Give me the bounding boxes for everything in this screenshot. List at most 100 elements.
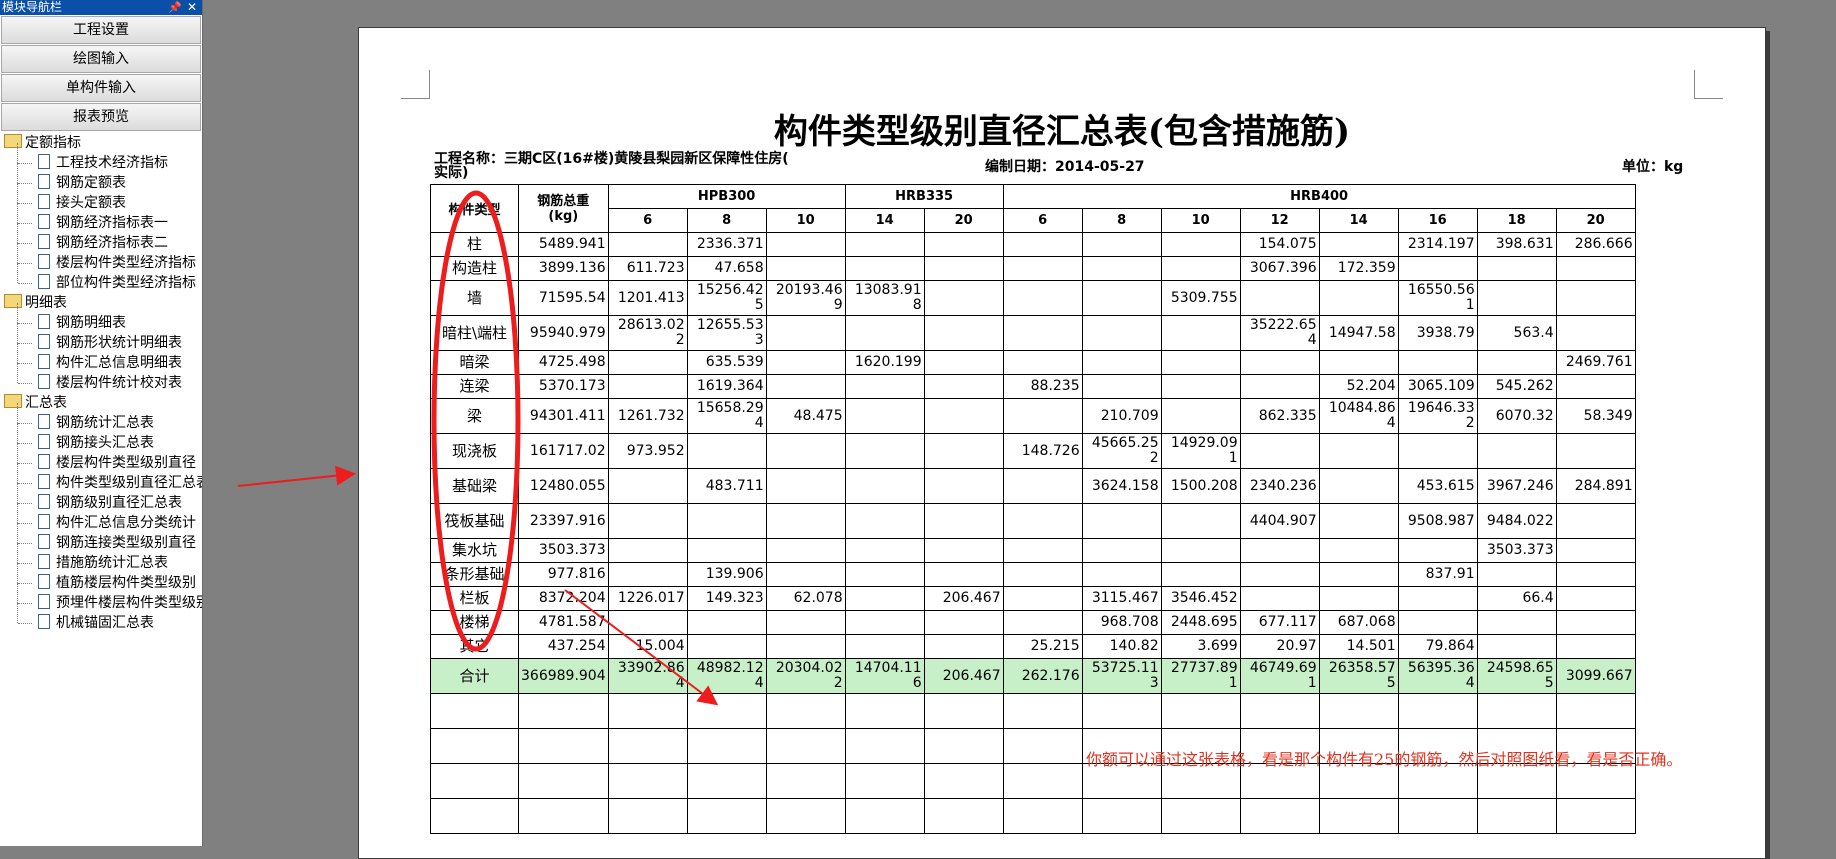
row-cell xyxy=(844,433,925,469)
tree-item-label: 汇总表 xyxy=(25,395,67,411)
row-cell xyxy=(1555,538,1636,563)
header-diameter: 8 xyxy=(686,208,767,233)
tree-connector xyxy=(17,563,18,583)
tree-item[interactable]: 构件类型级别直径汇总表 xyxy=(38,473,202,493)
blank-cell xyxy=(607,693,688,729)
row-cell xyxy=(1160,256,1241,281)
tree-item[interactable]: 钢筋经济指标表一 xyxy=(38,213,168,233)
tree-item[interactable]: 楼层构件类型经济指标 xyxy=(38,253,196,273)
tree-connector xyxy=(17,443,18,463)
blank-cell xyxy=(1397,798,1478,834)
tree-item[interactable]: 楼层构件类型级别直径 xyxy=(38,453,196,473)
pin-icon[interactable]: 📌 xyxy=(168,0,182,15)
row-cell xyxy=(1239,562,1320,587)
tree-folder[interactable]: 明细表 xyxy=(4,293,67,313)
row-cell xyxy=(1476,256,1557,281)
row-cell: 635.539 xyxy=(686,350,767,375)
row-cell: 12655.53 3 xyxy=(686,315,767,351)
tree-item[interactable]: 楼层构件统计校对表 xyxy=(38,373,182,393)
tree-connector xyxy=(17,583,18,603)
row-cell xyxy=(923,350,1004,375)
row-cell: 48982.12 4 xyxy=(686,658,767,694)
row-cell: 563.4 xyxy=(1476,315,1557,351)
row-total-weight: 71595.54 xyxy=(518,280,609,316)
tree-item[interactable]: 钢筋连接类型级别直径 xyxy=(38,533,196,553)
tree-item[interactable]: 植筋楼层构件类型级别 xyxy=(38,573,196,593)
tree-item-label: 钢筋级别直径汇总表 xyxy=(56,495,182,511)
blank-cell xyxy=(765,763,846,799)
close-icon[interactable]: ✕ xyxy=(187,0,197,15)
report-tree: 定额指标 工程技术经济指标 钢筋定额表 接头定额表 钢筋经济指标表一 钢筋经济指标表二 楼层… xyxy=(0,133,202,846)
nav-button-report-preview[interactable]: 报表预览 xyxy=(1,103,201,131)
row-cell xyxy=(1397,610,1478,635)
row-cell: 14704.11 6 xyxy=(844,658,925,694)
tree-connector xyxy=(18,423,32,424)
tree-item-label: 构件汇总信息分类统计 xyxy=(56,515,196,531)
tree-item[interactable]: 构件汇总信息明细表 xyxy=(38,353,182,373)
nav-button-single-component-input[interactable]: 单构件输入 xyxy=(1,74,201,102)
blank-cell xyxy=(1476,693,1557,729)
row-component-name: 合计 xyxy=(430,658,519,694)
row-component-name: 柱 xyxy=(430,232,519,257)
tree-folder[interactable]: 汇总表 xyxy=(4,393,67,413)
crop-mark-icon xyxy=(1694,70,1723,99)
row-cell: 206.467 xyxy=(923,658,1004,694)
tree-item[interactable]: 工程技术经济指标 xyxy=(38,153,168,173)
row-cell: 1620.199 xyxy=(844,350,925,375)
tree-item[interactable]: 钢筋级别直径汇总表 xyxy=(38,493,182,513)
nav-button-project-settings[interactable]: 工程设置 xyxy=(1,16,201,44)
tree-connector xyxy=(17,263,18,283)
row-cell: 53725.11 3 xyxy=(1081,658,1162,694)
tree-item[interactable]: 预埋件楼层构件类型级别 xyxy=(38,593,202,613)
blank-cell xyxy=(1555,693,1636,729)
tree-item-label: 钢筋统计汇总表 xyxy=(56,415,154,431)
row-total-weight: 8372.204 xyxy=(518,586,609,611)
blank-cell xyxy=(518,798,609,834)
tree-item[interactable]: 钢筋形状统计明细表 xyxy=(38,333,182,353)
row-component-name: 暗柱\端柱 xyxy=(430,315,519,351)
tree-item[interactable]: 钢筋经济指标表二 xyxy=(38,233,168,253)
nav-button-drawing-input[interactable]: 绘图输入 xyxy=(1,45,201,73)
blank-cell xyxy=(1318,798,1399,834)
row-cell xyxy=(1476,562,1557,587)
tree-folder[interactable]: 定额指标 xyxy=(4,133,81,153)
row-cell xyxy=(844,315,925,351)
row-cell xyxy=(923,232,1004,257)
row-cell xyxy=(1555,562,1636,587)
row-cell xyxy=(765,256,846,281)
row-cell: 66.4 xyxy=(1476,586,1557,611)
tree-item[interactable]: 接头定额表 xyxy=(38,193,126,213)
table-row: 集水坑 3503.373 3503.373 xyxy=(430,538,1636,563)
tree-item[interactable]: 钢筋明细表 xyxy=(38,313,126,333)
row-cell: 27737.89 1 xyxy=(1160,658,1241,694)
blank-cell xyxy=(1002,763,1083,799)
table-row: 墙 71595.54 1201.413 15256.42 5 20193.46 9 130… xyxy=(430,280,1636,316)
row-cell: 206.467 xyxy=(923,586,1004,611)
tree-item[interactable]: 措施筋统计汇总表 xyxy=(38,553,168,573)
tree-item[interactable]: 钢筋定额表 xyxy=(38,173,126,193)
row-component-name: 梁 xyxy=(430,398,519,434)
blank-cell xyxy=(430,728,519,764)
row-cell xyxy=(686,503,767,539)
folder-icon xyxy=(4,294,22,308)
blank-cell xyxy=(1318,693,1399,729)
tree-item[interactable]: 部位构件类型经济指标 xyxy=(38,273,196,293)
tree-item[interactable]: 钢筋接头汇总表 xyxy=(38,433,154,453)
row-cell: 262.176 xyxy=(1002,658,1083,694)
row-total-weight: 3899.136 xyxy=(518,256,609,281)
row-cell xyxy=(1160,538,1241,563)
document-icon xyxy=(38,234,50,249)
document-icon xyxy=(38,314,50,329)
tree-connector xyxy=(18,583,32,584)
crop-mark-icon xyxy=(401,70,430,99)
table-row: 筏板基础 23397.916 4404.907 9508.987 9484.022 xyxy=(430,503,1636,539)
tree-item[interactable]: 机械锚固汇总表 xyxy=(38,613,154,633)
annotation-note: 你额可以通过这张表格，看是那个构件有25的钢筋，然后对照图纸看，看是否正确。 xyxy=(1086,750,1683,769)
row-cell: 6070.32 xyxy=(1476,398,1557,434)
tree-item-label: 楼层构件类型经济指标 xyxy=(56,255,196,271)
tree-connector xyxy=(18,283,32,284)
row-cell xyxy=(765,610,846,635)
tree-item[interactable]: 钢筋统计汇总表 xyxy=(38,413,154,433)
tree-item[interactable]: 构件汇总信息分类统计 xyxy=(38,513,196,533)
row-cell xyxy=(686,538,767,563)
